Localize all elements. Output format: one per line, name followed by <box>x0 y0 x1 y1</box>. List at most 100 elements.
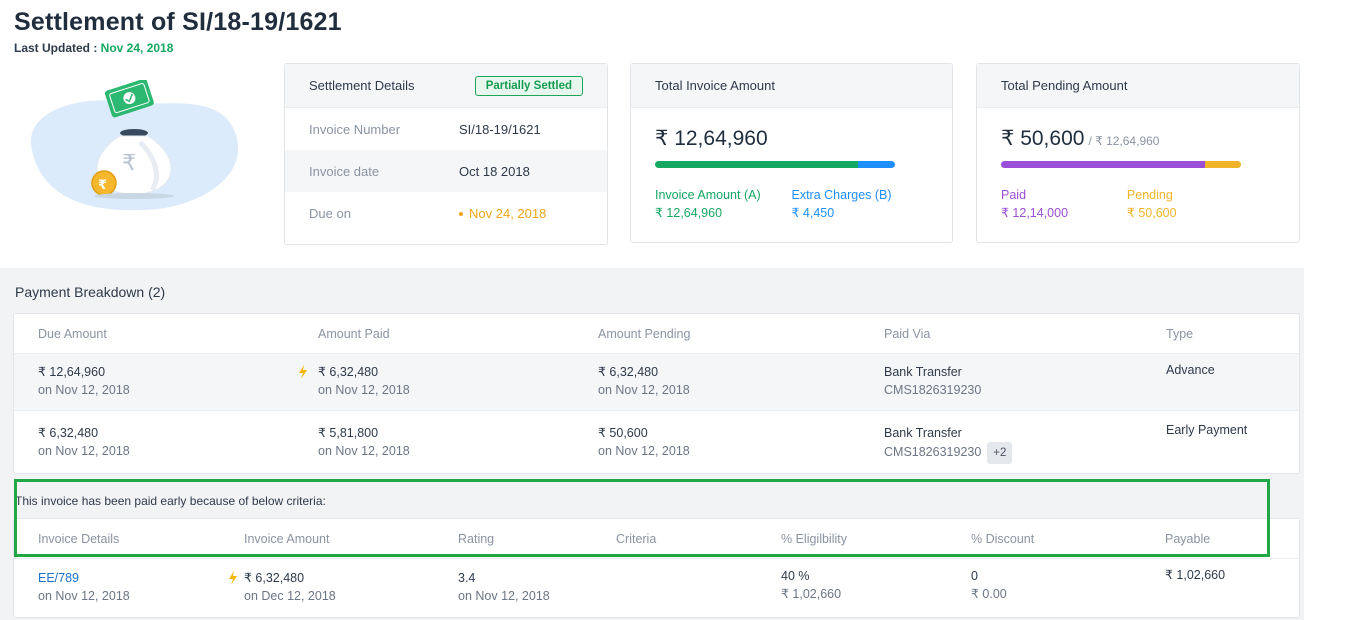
paid-via-cell: Bank Transfer CMS1826319230 <box>860 363 1142 410</box>
total-invoice-title: Total Invoice Amount <box>655 78 775 93</box>
invoice-amount: ₹ 6,32,480 <box>244 571 305 585</box>
criteria-highlight-box <box>14 479 1270 557</box>
total-pending-of-total: / ₹ 12,64,960 <box>1088 134 1160 148</box>
paid-via-reference: CMS1826319230 <box>884 445 982 459</box>
invoice-amount-label: Invoice Amount (A) <box>655 188 761 202</box>
header-due-amount: Due Amount <box>38 326 107 341</box>
paid-date: on Nov 12, 2018 <box>318 383 410 397</box>
paid-via-method: Bank Transfer <box>884 426 962 440</box>
due-date: on Nov 12, 2018 <box>38 444 130 458</box>
eligibility-percent: 40 % <box>781 569 810 583</box>
paid-pending-bar <box>1001 161 1241 168</box>
payment-breakdown-section: Payment Breakdown (2) Due Amount Amount … <box>0 268 1304 620</box>
pending-legend: Paid ₹ 12,14,000 Pending ₹ 50,600 <box>977 168 1299 222</box>
paid-via-reference: CMS1826319230 <box>884 383 982 397</box>
paid-via-cell: Bank Transfer CMS1826319230 +2 <box>860 424 1142 473</box>
invoice-number-value: SI/18-19/1621 <box>459 121 541 137</box>
eligibility-amount: ₹ 1,02,660 <box>781 587 842 601</box>
invoice-date-value: Oct 18 2018 <box>459 163 530 179</box>
table-row: EE/789 on Nov 12, 2018 ₹ 6,32,480 on Dec… <box>14 559 1299 605</box>
total-invoice-card: Total Invoice Amount ₹ 12,64,960 Invoice… <box>630 63 953 243</box>
table-row[interactable]: ₹ 12,64,960 on Nov 12, 2018 ₹ 6,32,480 o… <box>14 354 1299 411</box>
paid-cell: ₹ 6,32,480 on Nov 12, 2018 <box>294 363 574 410</box>
invoice-link[interactable]: EE/789 <box>38 569 220 587</box>
payment-type: Advance <box>1166 363 1215 377</box>
status-badge: Partially Settled <box>474 75 583 96</box>
due-cell: ₹ 12,64,960 on Nov 12, 2018 <box>14 363 294 410</box>
more-references-badge[interactable]: +2 <box>987 442 1013 464</box>
warning-dot-icon <box>459 212 463 217</box>
rating-date: on Nov 12, 2018 <box>458 589 550 603</box>
extra-charges-legend: Extra Charges (B) ₹ 4,450 <box>792 186 929 222</box>
invoice-number-label: Invoice Number <box>309 121 401 137</box>
extra-charges-segment <box>857 161 895 168</box>
invoice-date: on Nov 12, 2018 <box>38 589 130 603</box>
due-date: on Nov 12, 2018 <box>38 383 130 397</box>
payable-amount: ₹ 1,02,660 <box>1165 568 1226 582</box>
header-type: Type <box>1166 326 1194 341</box>
total-pending-amount: ₹ 50,600 <box>1001 127 1085 150</box>
pending-legend-item: Pending ₹ 50,600 <box>1127 186 1275 222</box>
total-invoice-amount: ₹ 12,64,960 <box>655 127 768 150</box>
last-updated-value: Nov 24, 2018 <box>100 41 174 55</box>
paid-value: ₹ 12,14,000 <box>1001 206 1069 220</box>
total-pending-title: Total Pending Amount <box>1001 78 1128 93</box>
paid-amount: ₹ 6,32,480 <box>318 365 379 379</box>
page-title: Settlement of SI/18-19/1621 <box>14 8 342 36</box>
rating-value: 3.4 <box>458 571 476 585</box>
total-pending-amount-line: ₹ 50,600/ ₹ 12,64,960 <box>977 108 1299 151</box>
lightning-icon <box>299 365 307 379</box>
invoice-amount-cell: ₹ 6,32,480 on Dec 12, 2018 <box>220 569 434 605</box>
invoice-date-row: Invoice date Oct 18 2018 <box>285 150 607 192</box>
paid-cell: ₹ 5,81,800 on Nov 12, 2018 <box>294 424 574 473</box>
payment-breakdown-table: Due Amount Amount Paid Amount Pending Pa… <box>13 313 1300 474</box>
due-on-label: Due on <box>309 205 351 221</box>
invoice-amount-segment <box>655 161 858 168</box>
criteria-cell <box>592 569 757 605</box>
invoice-amount-legend: Invoice Amount (A) ₹ 12,64,960 <box>655 186 792 222</box>
pending-cell: ₹ 50,600 on Nov 12, 2018 <box>574 424 860 473</box>
header-amount-paid: Amount Paid <box>318 326 390 341</box>
table-header-row: Due Amount Amount Paid Amount Pending Pa… <box>14 314 1299 354</box>
type-cell: Advance <box>1142 363 1215 410</box>
payment-breakdown-title: Payment Breakdown (2) <box>15 284 166 300</box>
due-cell: ₹ 6,32,480 on Nov 12, 2018 <box>14 424 294 473</box>
money-bag-illustration: ₹ ₹ <box>22 78 242 240</box>
settlement-details-header: Settlement Details Partially Settled <box>285 64 607 108</box>
payment-type: Early Payment <box>1166 423 1248 437</box>
total-pending-card: Total Pending Amount ₹ 50,600/ ₹ 12,64,9… <box>976 63 1300 243</box>
due-amount: ₹ 12,64,960 <box>38 365 106 379</box>
due-on-value: Nov 24, 2018 <box>459 206 546 221</box>
discount-percent: 0 <box>971 569 978 583</box>
type-cell: Early Payment <box>1142 423 1248 473</box>
pending-cell: ₹ 6,32,480 on Nov 12, 2018 <box>574 363 860 410</box>
header-amount-pending: Amount Pending <box>598 326 691 341</box>
pending-date: on Nov 12, 2018 <box>598 444 690 458</box>
invoice-split-bar <box>655 161 895 168</box>
lightning-icon <box>229 571 237 585</box>
invoice-details-cell: EE/789 on Nov 12, 2018 <box>14 569 220 605</box>
due-amount: ₹ 6,32,480 <box>38 426 99 440</box>
pending-date: on Nov 12, 2018 <box>598 383 690 397</box>
invoice-amount-value: ₹ 12,64,960 <box>655 206 723 220</box>
pending-value: ₹ 50,600 <box>1126 206 1177 220</box>
invoice-date-label: Invoice date <box>309 163 380 179</box>
table-row[interactable]: ₹ 6,32,480 on Nov 12, 2018 ₹ 5,81,800 on… <box>14 411 1299 473</box>
paid-amount: ₹ 5,81,800 <box>318 426 379 440</box>
due-on-date: Nov 24, 2018 <box>469 205 547 221</box>
payable-cell: ₹ 1,02,660 <box>1141 568 1226 605</box>
total-pending-header: Total Pending Amount <box>977 64 1299 108</box>
header-paid-via: Paid Via <box>884 326 931 341</box>
pending-amount: ₹ 6,32,480 <box>598 365 659 379</box>
paid-via-reference-line: CMS1826319230 +2 <box>884 442 1142 464</box>
last-updated-label: Last Updated : <box>14 41 101 55</box>
pending-label: Pending <box>1126 188 1173 202</box>
settlement-details-card: Settlement Details Partially Settled Inv… <box>284 63 608 245</box>
settlement-details-title: Settlement Details <box>309 78 415 93</box>
svg-text:₹: ₹ <box>98 178 107 193</box>
rating-cell: 3.4 on Nov 12, 2018 <box>434 569 592 605</box>
svg-text:₹: ₹ <box>122 151 136 176</box>
extra-charges-label: Extra Charges (B) <box>791 188 892 202</box>
discount-cell: 0 ₹ 0.00 <box>947 569 1141 605</box>
invoice-legend: Invoice Amount (A) ₹ 12,64,960 Extra Cha… <box>631 168 952 222</box>
